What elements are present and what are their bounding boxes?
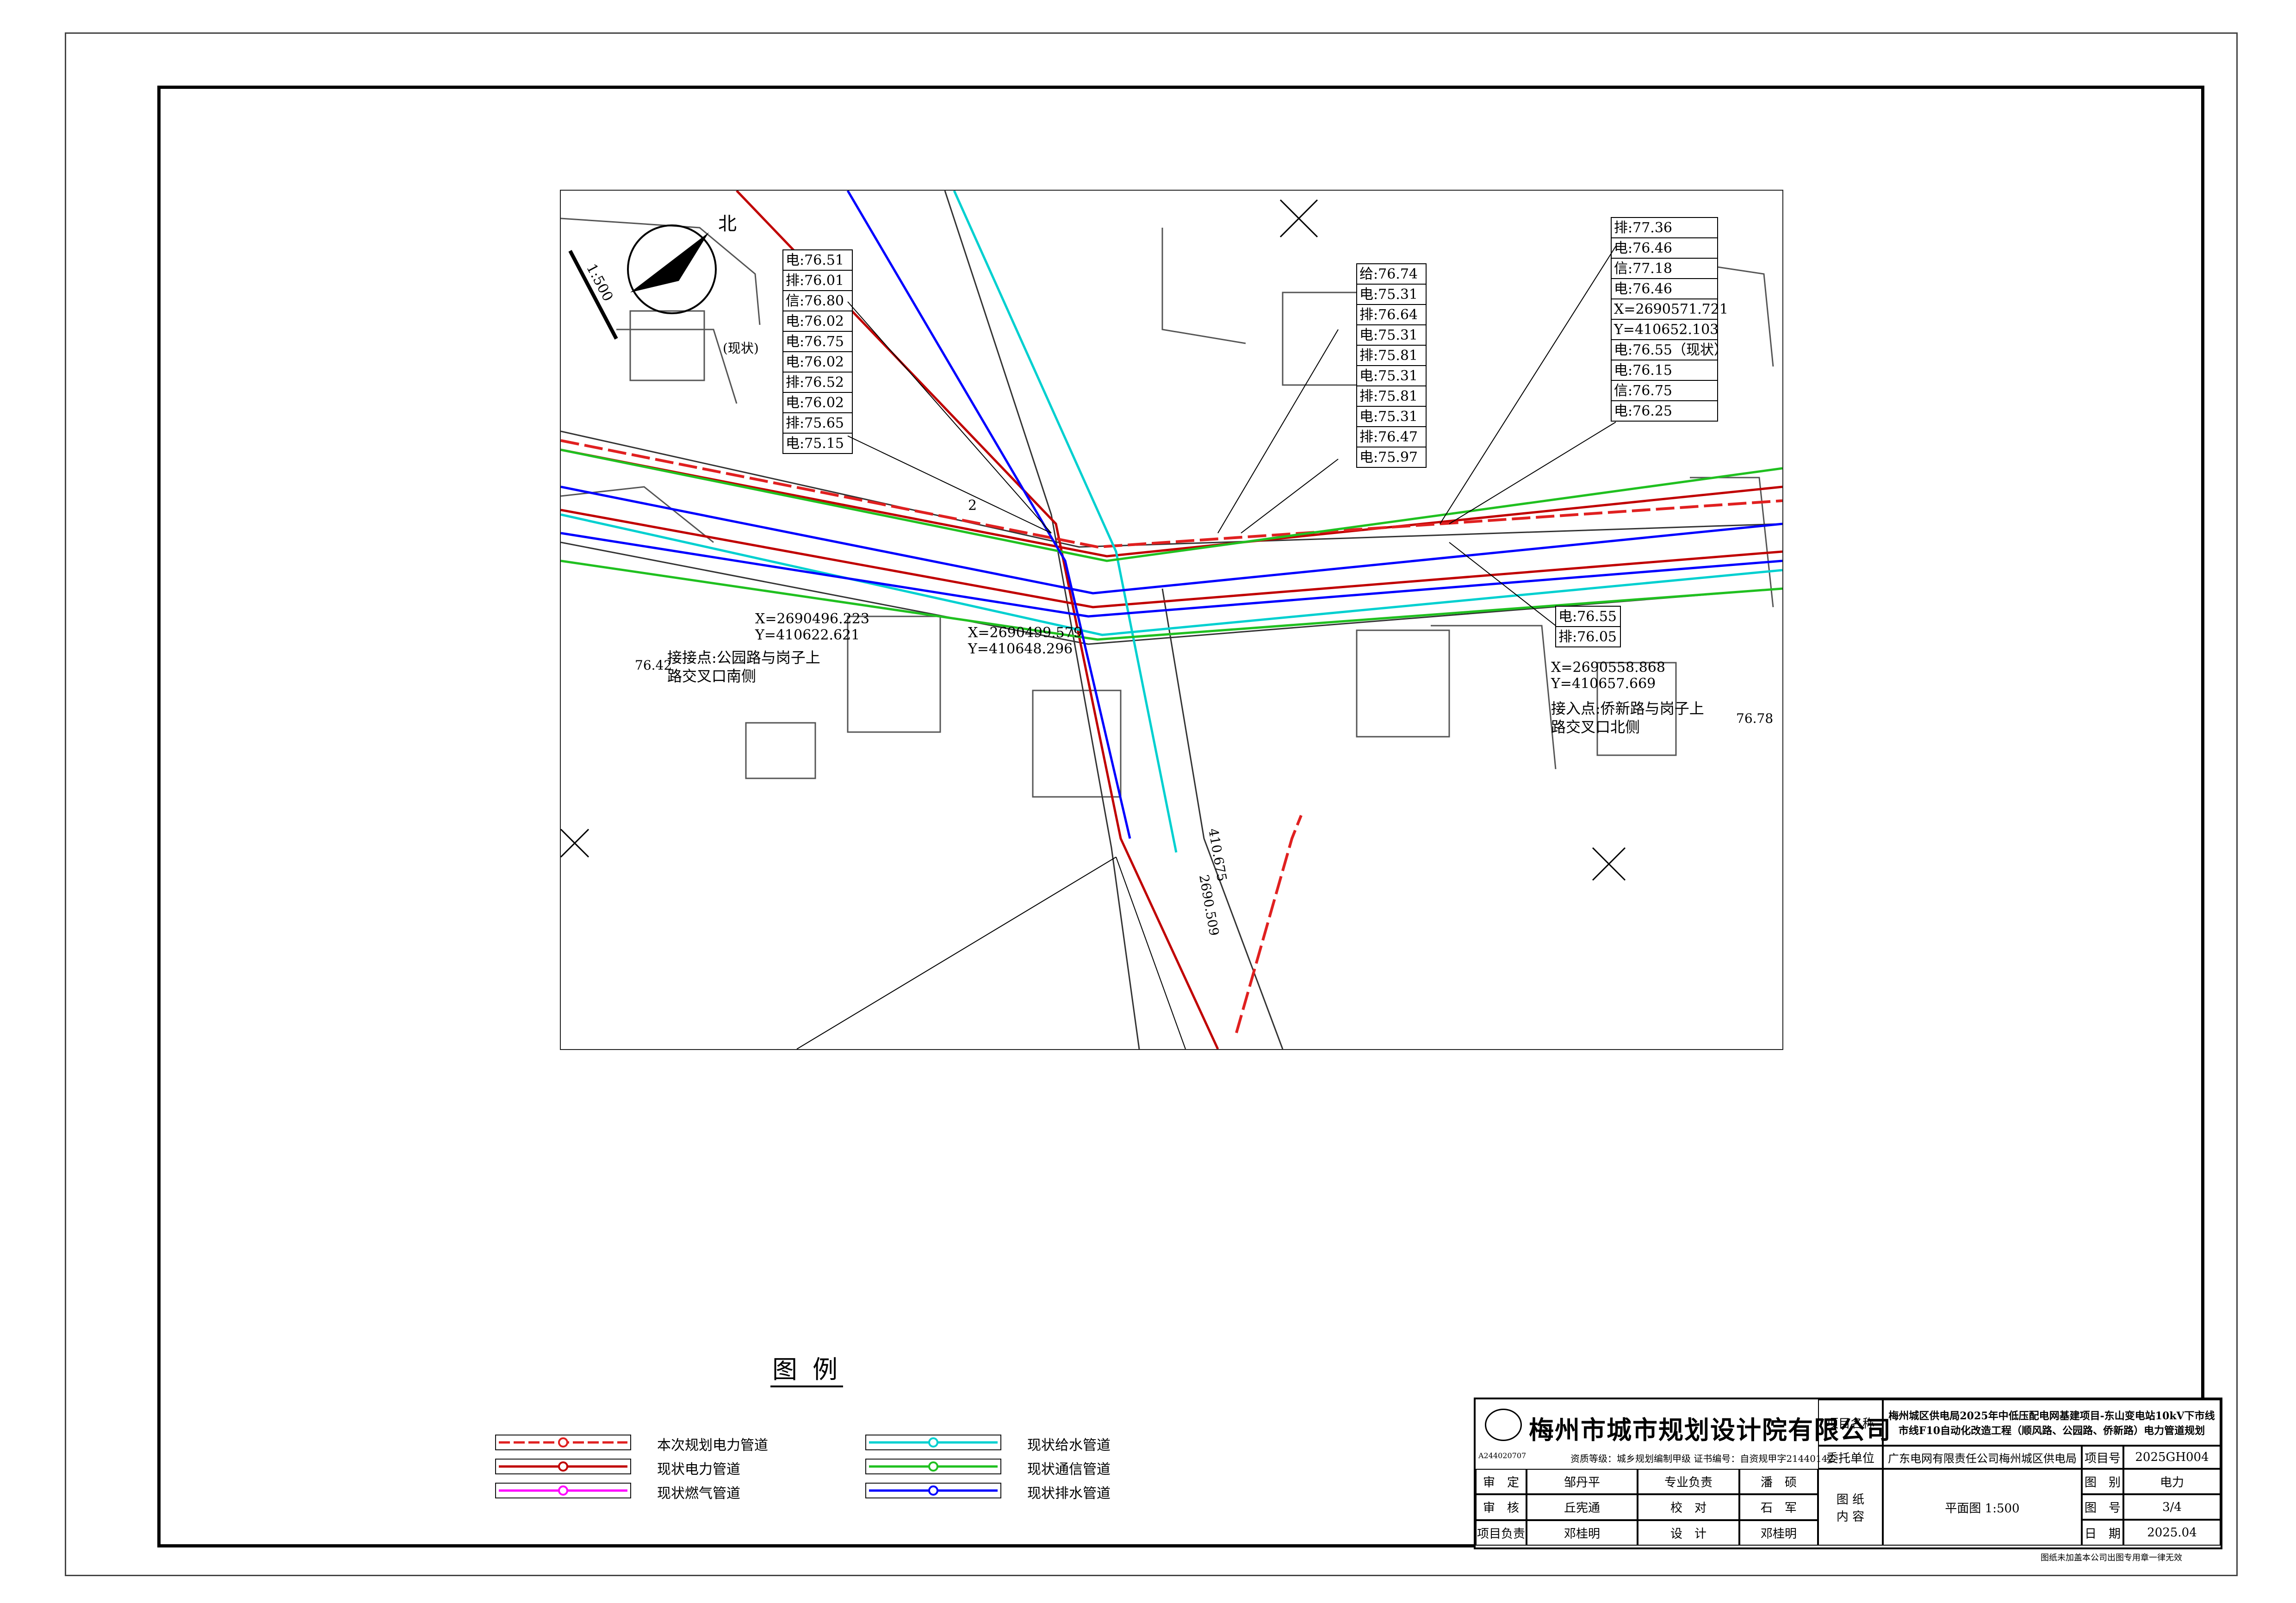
- legend-swatch: [495, 1459, 631, 1474]
- svg-text:北: 北: [718, 213, 737, 235]
- elevation-label-mid: 给:76.74: [1359, 266, 1418, 282]
- number-label: 图 号: [2082, 1494, 2123, 1520]
- elevation-label-mid: 排:75.81: [1359, 388, 1418, 404]
- label-group-left: 电:76.51 排:76.01 信:76.80 电:76.02 电:76.75 电:76.…: [782, 249, 853, 454]
- elevation-label-right: Y=410652.103: [1613, 322, 1719, 338]
- footnote: 图纸未加盖本公司出图专用章一律无效: [2041, 1553, 2182, 1563]
- label-group-mid: 给:76.74 电:75.31 排:76.64 电:75.31 排:75.81 电:75.…: [1356, 263, 1427, 468]
- legend-label: 现状燃气管道: [657, 1485, 740, 1502]
- elevation-label-left: 电:76.02: [786, 313, 844, 329]
- elevation-label-mid: 电:75.31: [1359, 409, 1418, 425]
- legend-swatch: [495, 1435, 631, 1450]
- elevation-label-right: 电:76.46: [1614, 281, 1672, 297]
- elevation-label-right: 电:76.25: [1614, 403, 1672, 419]
- elevation-label-mid: 电:75.31: [1359, 368, 1418, 384]
- signature-name2: 潘 硕: [1739, 1469, 1818, 1495]
- connect-point-left-1: 接接点:公园路与岗子上: [667, 649, 820, 666]
- project-number: 2025GH004: [2123, 1446, 2221, 1469]
- elevation-right: 76.78: [1736, 711, 1773, 726]
- connect-point-right-1: 接入点:侨新路与岗子上: [1551, 700, 1704, 717]
- legend-title: 图 例: [770, 1349, 844, 1387]
- company-logo: [1485, 1409, 1522, 1441]
- elevation-label-bottom-right: 排:76.05: [1558, 629, 1617, 645]
- elevation-label-left: 电:76.02: [786, 395, 844, 411]
- elevation-label-left: 排:76.52: [786, 374, 844, 391]
- signature-role2: 专业负责: [1638, 1469, 1739, 1495]
- signature-name: 丘宪通: [1527, 1494, 1638, 1520]
- elevation-label-mid: 排:76.64: [1359, 307, 1418, 323]
- coords-left-y: Y=410622.621: [755, 627, 860, 643]
- site-plan-map: 北 1:500 电:76.51排:76.01信:76.80电:76.02电:76…: [560, 190, 1783, 1050]
- coords-right-x: X=2690558.868: [1551, 659, 1665, 676]
- connect-point-left-2: 路交叉口南侧: [667, 667, 756, 685]
- legend-label: 本次规划电力管道: [657, 1437, 768, 1454]
- drawing-number: 3/4: [2123, 1494, 2221, 1520]
- elevation-label-bottom-right: 电:76.55: [1558, 609, 1617, 625]
- elevation-label-mid: 排:76.47: [1359, 429, 1418, 445]
- client-name: 广东电网有限责任公司梅州城区供电局: [1883, 1446, 2082, 1469]
- elevation-label-right: 信:77.18: [1614, 261, 1672, 277]
- elevation-label-right: X=2690571.721: [1614, 301, 1728, 317]
- elevation-left: 76.42: [635, 658, 672, 673]
- elevation-label-left: 排:76.01: [786, 273, 844, 289]
- elevation-label-mid: 排:75.81: [1359, 348, 1418, 364]
- elevation-label-mid: 电:75.97: [1359, 449, 1418, 466]
- legend-swatch: [865, 1435, 1001, 1450]
- connect-point-right-2: 路交叉口北侧: [1551, 718, 1640, 736]
- signature-role: 项目负责: [1476, 1520, 1527, 1546]
- title-block: A244020707 梅州市城市规划设计院有限公司 资质等级：城乡规划编制甲级 …: [1474, 1398, 2222, 1549]
- signature-role: 审 核: [1476, 1494, 1527, 1520]
- signature-name: 邓桂明: [1527, 1520, 1638, 1546]
- legend-label: 现状通信管道: [1027, 1461, 1111, 1478]
- elevation-label-mid: 电:75.31: [1359, 327, 1418, 343]
- elevation-label-left: 电:76.51: [786, 252, 844, 268]
- elevation-label-right: 电:76.46: [1614, 240, 1672, 256]
- project-number-label: 项目号: [2082, 1446, 2123, 1469]
- project-name: 梅州城区供电局2025年中低压配电网基建项目-东山变电站10kV下市线市线F10…: [1883, 1399, 2221, 1446]
- date-label: 日 期: [2082, 1520, 2123, 1546]
- elevation-label-right: 电:76.55（现状）: [1614, 342, 1728, 358]
- signature-name2: 石 军: [1739, 1494, 1818, 1520]
- elevation-label-right: 电:76.15: [1614, 362, 1672, 379]
- legend-swatch: [495, 1483, 631, 1498]
- signature-name2: 邓桂明: [1739, 1520, 1818, 1546]
- coords-right-y: Y=410657.669: [1551, 676, 1656, 692]
- elevation-label-left: 排:75.65: [786, 415, 844, 431]
- elevation-label-right: 信:76.75: [1614, 383, 1672, 399]
- signature-role2: 设 计: [1638, 1520, 1739, 1546]
- status-tag: (现状): [723, 341, 759, 356]
- date: 2025.04: [2123, 1520, 2221, 1546]
- legend-label: 现状电力管道: [657, 1461, 740, 1478]
- elevation-label-left: 电:76.75: [786, 334, 844, 350]
- section-mark: 2: [968, 497, 977, 514]
- qualification: 资质等级：城乡规划编制甲级 证书编号：自资规甲字21440142: [1570, 1453, 1834, 1464]
- signature-role: 审 定: [1476, 1469, 1527, 1495]
- signature-role2: 校 对: [1638, 1494, 1739, 1520]
- signature-name: 邹丹平: [1527, 1469, 1638, 1495]
- legend-swatch: [865, 1483, 1001, 1498]
- content-label: 图 纸 内 容: [1818, 1469, 1883, 1546]
- elevation-label-left: 电:75.15: [786, 435, 844, 452]
- legend-label: 现状给水管道: [1027, 1437, 1111, 1454]
- coords-left-x: X=2690496.223: [755, 611, 869, 627]
- legend-label: 现状排水管道: [1027, 1485, 1111, 1502]
- coords-mid-y: Y=410648.296: [968, 641, 1073, 657]
- elevation-label-left: 电:76.02: [786, 354, 844, 370]
- category-label: 图 别: [2082, 1469, 2123, 1494]
- cert-id: A244020707: [1478, 1451, 1527, 1460]
- category: 电力: [2123, 1469, 2221, 1494]
- elevation-label-right: 排:77.36: [1614, 220, 1672, 236]
- client-label: 委托单位: [1818, 1446, 1883, 1469]
- coords-mid-x: X=2690499.579: [968, 625, 1082, 641]
- project-label: 项目名称: [1818, 1399, 1883, 1446]
- legend-swatch: [865, 1459, 1001, 1474]
- elevation-label-left: 信:76.80: [786, 293, 844, 309]
- content-text: 平面图 1:500: [1883, 1469, 2082, 1546]
- elevation-label-mid: 电:75.31: [1359, 286, 1418, 303]
